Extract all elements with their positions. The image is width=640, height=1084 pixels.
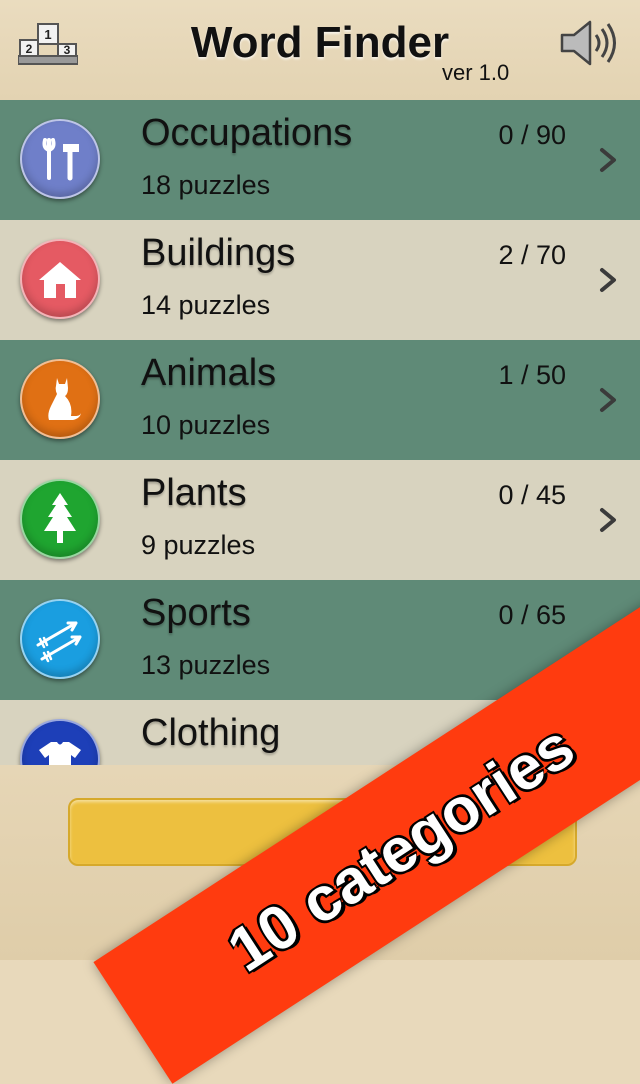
category-score: 0 / 45: [498, 480, 566, 510]
category-name: Occupations: [141, 112, 353, 154]
tree-icon: [20, 479, 100, 559]
chevron-right-icon: [600, 388, 616, 412]
puzzle-count: 10 puzzles: [141, 410, 271, 440]
arrows-icon: [20, 599, 100, 679]
puzzle-count: 13 puzzles: [141, 650, 271, 680]
chevron-right-icon: [600, 508, 616, 532]
category-name: Buildings: [141, 232, 296, 274]
category-score: 0 / 90: [498, 120, 566, 150]
category-score: 2 / 70: [498, 240, 566, 270]
category-list[interactable]: Occupations 18 puzzles 0 / 90 Buildings …: [0, 100, 640, 765]
category-row-plants[interactable]: Plants 9 puzzles 0 / 45: [0, 460, 640, 580]
category-name: Plants: [141, 472, 247, 514]
chevron-right-icon: [600, 148, 616, 172]
speaker-icon[interactable]: [558, 18, 620, 68]
house-icon: [20, 239, 100, 319]
puzzle-count: 14 puzzles: [141, 290, 271, 320]
category-name: Clothing: [141, 712, 281, 754]
shirt-icon: [20, 719, 100, 765]
category-row-occupations[interactable]: Occupations 18 puzzles 0 / 90: [0, 100, 640, 220]
version-label: ver 1.0: [442, 60, 510, 85]
category-score: 1 / 50: [498, 360, 566, 390]
cat-icon: [20, 359, 100, 439]
puzzle-count: 9 puzzles: [141, 530, 256, 560]
category-score: 0 / 65: [498, 600, 566, 630]
header-bar: 1 2 3 Word Finder ver 1.0: [0, 0, 640, 100]
category-name: Animals: [141, 352, 277, 394]
tools-icon: [20, 119, 100, 199]
category-name: Sports: [141, 592, 251, 634]
chevron-right-icon: [600, 268, 616, 292]
puzzle-count: 18 puzzles: [141, 170, 271, 200]
category-row-animals[interactable]: Animals 10 puzzles 1 / 50: [0, 340, 640, 460]
category-row-buildings[interactable]: Buildings 14 puzzles 2 / 70: [0, 220, 640, 340]
app-title: Word Finder: [190, 18, 450, 67]
